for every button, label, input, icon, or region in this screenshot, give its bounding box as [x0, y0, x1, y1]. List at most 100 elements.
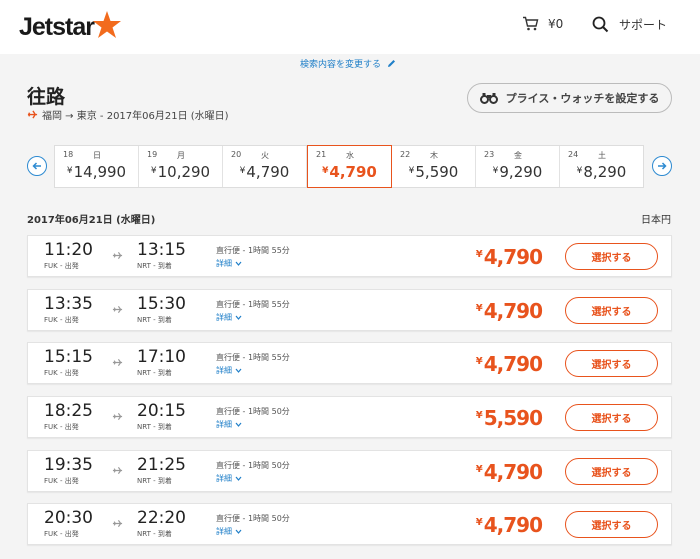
cart-button[interactable]: ¥0 — [522, 16, 563, 31]
departure-time: 18:25 — [44, 401, 93, 421]
date-option-20[interactable]: 20 火 ¥4,790 — [223, 146, 307, 187]
yen-symbol: ¥ — [576, 166, 583, 176]
flight-duration: 直行便 - 1時間 55分 — [216, 246, 290, 255]
plane-icon — [112, 251, 123, 260]
date-option-23[interactable]: 23 金 ¥9,290 — [476, 146, 560, 187]
binoculars-icon — [479, 93, 498, 104]
date-price: ¥4,790 — [223, 163, 306, 181]
plane-icon — [27, 110, 38, 119]
next-dates-button[interactable] — [652, 156, 672, 176]
arrival-time: 17:10 — [137, 347, 186, 367]
departure-time: 11:20 — [44, 240, 93, 260]
departure-time: 19:35 — [44, 455, 93, 475]
change-search-label: 検索内容を変更する — [300, 60, 382, 70]
flight-price-value: 4,790 — [483, 245, 543, 269]
departure-time: 15:15 — [44, 347, 93, 367]
select-flight-button[interactable]: 選択する — [565, 511, 658, 538]
yen-symbol: ¥ — [492, 166, 499, 176]
date-price: ¥9,290 — [476, 163, 559, 181]
yen-symbol: ¥ — [475, 303, 483, 314]
date-option-19[interactable]: 19 月 ¥10,290 — [139, 146, 223, 187]
date-day: 19 — [147, 150, 158, 159]
chevron-down-icon — [235, 315, 242, 320]
plane-icon — [112, 358, 123, 367]
details-label: 詳細 — [216, 313, 232, 322]
support-link[interactable]: サポート — [592, 16, 667, 33]
departure-time: 20:30 — [44, 508, 93, 528]
date-weekday: 水 — [346, 151, 354, 160]
details-label: 詳細 — [216, 259, 232, 268]
arrival-time: 20:15 — [137, 401, 186, 421]
select-flight-button[interactable]: 選択する — [565, 297, 658, 324]
details-label: 詳細 — [216, 420, 232, 429]
plane-icon — [112, 412, 123, 421]
date-weekday: 金 — [514, 151, 522, 160]
flight-duration: 直行便 - 1時間 55分 — [216, 353, 290, 362]
cart-icon — [523, 16, 539, 31]
flight-details-link[interactable]: 詳細 — [216, 365, 242, 376]
date-day: 18 — [63, 150, 74, 159]
date-option-24[interactable]: 24 土 ¥8,290 — [560, 146, 643, 187]
plane-icon — [112, 466, 123, 475]
yen-symbol: ¥ — [475, 249, 483, 260]
select-flight-button[interactable]: 選択する — [565, 350, 658, 377]
arrival-airport: NRT - 到着 — [137, 477, 172, 485]
page-title: 往路 — [27, 86, 66, 108]
select-flight-button[interactable]: 選択する — [565, 458, 658, 485]
flight-price-value: 4,790 — [483, 460, 543, 484]
arrow-right-icon — [658, 162, 667, 170]
flight-details-link[interactable]: 詳細 — [216, 473, 242, 484]
chevron-down-icon — [235, 529, 242, 534]
date-price-value: 4,790 — [329, 163, 377, 181]
price-watch-label: プライス・ウォッチを設定する — [505, 92, 660, 105]
flight-details-link[interactable]: 詳細 — [216, 526, 242, 537]
departure-airport: FUK - 出発 — [44, 530, 79, 538]
pencil-icon — [388, 60, 396, 67]
arrival-airport: NRT - 到着 — [137, 423, 172, 431]
date-price: ¥5,590 — [392, 163, 475, 181]
arrival-airport: NRT - 到着 — [137, 316, 172, 324]
date-option-21-selected[interactable]: 21 水 ¥4,790 — [307, 145, 392, 188]
change-search-link[interactable]: 検索内容を変更する — [300, 57, 396, 70]
support-label: サポート — [619, 18, 668, 32]
date-weekday: 火 — [261, 151, 269, 160]
flight-details-link[interactable]: 詳細 — [216, 258, 242, 269]
flight-price-value: 4,790 — [483, 299, 543, 323]
departure-airport: FUK - 出発 — [44, 477, 79, 485]
date-price: ¥4,790 — [308, 163, 391, 181]
arrival-airport: NRT - 到着 — [137, 262, 172, 270]
flight-row: 18:25 FUK - 出発 20:15 NRT - 到着 直行便 - 1時間 … — [27, 396, 672, 438]
departure-time: 13:35 — [44, 294, 93, 314]
chevron-down-icon — [235, 476, 242, 481]
date-weekday: 月 — [177, 151, 185, 160]
date-weekday: 土 — [598, 151, 606, 160]
flight-price: ¥4,790 — [476, 513, 543, 537]
price-watch-button[interactable]: プライス・ウォッチを設定する — [467, 83, 672, 113]
jetstar-logo[interactable]: Jetstar — [19, 11, 122, 42]
flight-price: ¥4,790 — [475, 245, 543, 269]
yen-symbol: ¥ — [475, 464, 483, 475]
search-icon — [592, 16, 609, 33]
date-day: 20 — [231, 150, 242, 159]
date-price-value: 4,790 — [246, 163, 290, 181]
date-weekday: 木 — [430, 151, 438, 160]
yen-symbol: ¥ — [239, 166, 246, 176]
departure-airport: FUK - 出発 — [44, 369, 79, 377]
prev-dates-button[interactable] — [27, 156, 47, 176]
chevron-down-icon — [235, 261, 242, 266]
select-flight-button[interactable]: 選択する — [565, 243, 658, 270]
plane-icon — [112, 519, 123, 528]
flight-details-link[interactable]: 詳細 — [216, 312, 242, 323]
flight-price-value: 4,790 — [483, 352, 543, 376]
date-option-18[interactable]: 18 日 ¥14,990 — [55, 146, 139, 187]
date-option-22[interactable]: 22 木 ¥5,590 — [392, 146, 476, 187]
arrival-airport: NRT - 到着 — [137, 369, 172, 377]
logo-text: Jetstar — [19, 12, 95, 41]
arrival-time: 22:20 — [137, 508, 186, 528]
flight-details-link[interactable]: 詳細 — [216, 419, 242, 430]
date-price-value: 10,290 — [157, 163, 211, 181]
chevron-down-icon — [235, 422, 242, 427]
yen-symbol: ¥ — [475, 356, 483, 367]
date-price-value: 5,590 — [415, 163, 459, 181]
select-flight-button[interactable]: 選択する — [565, 404, 658, 431]
